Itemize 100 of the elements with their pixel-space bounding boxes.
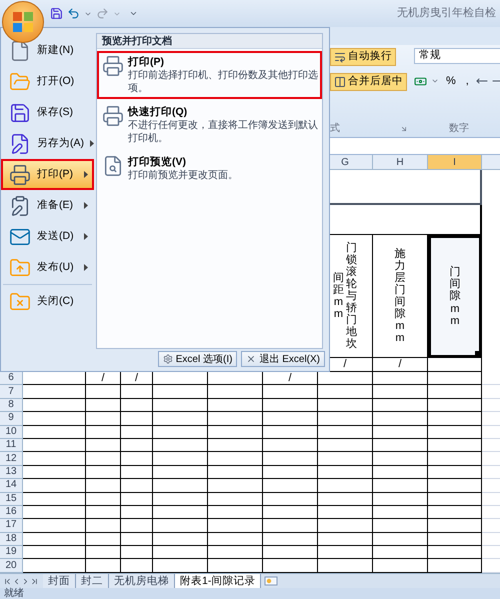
row-header[interactable]: 15	[0, 492, 23, 506]
table-cell	[86, 452, 121, 466]
group-label: 数字	[448, 124, 469, 134]
table-cell	[263, 479, 318, 493]
vertical-text: 门锁滚轮与轿门地坎	[346, 242, 357, 350]
table-cell	[208, 519, 263, 533]
row-header[interactable]: 19	[0, 546, 23, 560]
new-sheet-icon[interactable]	[264, 576, 278, 586]
row-header[interactable]: 10	[0, 426, 23, 439]
status-text: 就绪	[4, 588, 24, 599]
menu-item[interactable]: 发送(D)	[1, 221, 94, 252]
wrap-text-icon	[334, 51, 346, 63]
table-cell	[428, 492, 482, 506]
table-cell	[263, 398, 318, 412]
last-sheet-icon[interactable]	[30, 576, 39, 586]
table-cell	[86, 426, 121, 439]
menu-item[interactable]: 另存为(A)	[1, 128, 94, 159]
table-cell	[318, 492, 373, 506]
table-cell	[428, 466, 482, 480]
row-header[interactable]: 16	[0, 506, 23, 520]
footer-button[interactable]: Excel 选项(I)	[158, 351, 238, 367]
customize-toolbar-icon[interactable]	[129, 9, 138, 18]
table-cell	[373, 426, 428, 439]
table-cell	[373, 506, 428, 520]
table-cell	[121, 412, 153, 426]
table-cell	[263, 492, 318, 506]
currency-icon[interactable]	[414, 74, 427, 88]
file-icon	[9, 40, 31, 62]
item-description: 打印前预览并更改页面。	[128, 169, 239, 182]
undo-icon[interactable]	[67, 7, 80, 20]
menu-item[interactable]: 打开(O)	[1, 66, 94, 97]
format-button[interactable]: ,	[462, 73, 472, 90]
table-cell	[208, 438, 263, 452]
row-header[interactable]: 9	[0, 412, 23, 426]
panel-item[interactable]: 快速打印(Q) 不进行任何更改，直接将工作簿发送到默认打印机。	[97, 101, 322, 149]
row-header[interactable]: 20	[0, 559, 23, 573]
table-cell	[318, 466, 373, 480]
window-title: 无机房曳引年检自检	[397, 6, 496, 22]
menu-item[interactable]: 发布(U)	[1, 252, 94, 283]
item-title: 打印(P)	[128, 55, 165, 69]
dialog-launcher-icon[interactable]	[400, 125, 408, 133]
row-header[interactable]: 12	[0, 452, 23, 466]
table-cell	[121, 426, 153, 439]
column-header[interactable]: I	[428, 155, 482, 169]
row-header[interactable]: 11	[0, 438, 23, 452]
menu-item[interactable]: 打印(P)	[1, 159, 94, 190]
menu-item[interactable]: 准备(E)	[1, 190, 94, 221]
format-button[interactable]: %	[443, 73, 459, 90]
menu-item[interactable]: 关闭(C)	[1, 286, 94, 317]
row-header[interactable]: 13	[0, 466, 23, 480]
folder-upload-icon	[9, 256, 31, 278]
row-header[interactable]: 6	[0, 372, 23, 386]
table-cell	[428, 479, 482, 493]
save-icon[interactable]	[50, 7, 63, 20]
ribbon-button[interactable]: 自动换行	[330, 48, 396, 66]
close-icon	[246, 354, 256, 364]
sheet-tab[interactable]: 附表1-间隙记录	[175, 574, 262, 588]
table-cell	[86, 519, 121, 533]
row-header[interactable]: 14	[0, 479, 23, 493]
table-cell	[121, 398, 153, 412]
number-format-dropdown[interactable]: 常规	[414, 48, 500, 64]
row-header[interactable]: 17	[0, 519, 23, 533]
table-cell	[373, 466, 428, 480]
table-cell	[428, 412, 482, 426]
table-cell	[153, 506, 208, 520]
table-cell	[373, 546, 428, 560]
panel-item[interactable]: 打印(P) 打印前选择打印机、打印份数及其他打印选项。	[97, 51, 322, 99]
table-cell	[428, 452, 482, 466]
table-cell	[153, 426, 208, 439]
menu-item[interactable]: 保存(S)	[1, 97, 94, 128]
printer-icon	[102, 55, 124, 77]
table-cell	[153, 398, 208, 412]
table-cell	[23, 412, 86, 426]
table-cell	[86, 398, 121, 412]
sheet-tab[interactable]: 无机房电梯	[109, 574, 175, 588]
table-cell	[263, 466, 318, 480]
table-cell	[23, 546, 86, 560]
ribbon-button[interactable]: 合并后居中	[330, 73, 407, 91]
table-cell	[373, 492, 428, 506]
first-sheet-icon[interactable]	[3, 576, 12, 586]
table-cell	[373, 385, 428, 399]
menu-item[interactable]: 新建(N)	[1, 35, 94, 66]
header-cell[interactable]: 施力层门间隙mm	[373, 235, 428, 358]
table-cell	[263, 452, 318, 466]
table-cell	[263, 426, 318, 439]
previous-sheet-icon[interactable]	[12, 576, 21, 586]
table-cell	[208, 479, 263, 493]
sheet-tab[interactable]: 封二	[76, 574, 109, 588]
header-cell[interactable]: 门间隙mm	[428, 235, 482, 358]
row-header[interactable]: 18	[0, 532, 23, 546]
table-cell	[153, 466, 208, 480]
table-cell	[318, 546, 373, 560]
row-header[interactable]: 7	[0, 385, 23, 399]
sheet-tab[interactable]: 封面	[43, 574, 76, 588]
table-cell	[153, 479, 208, 493]
footer-button[interactable]: 退出 Excel(X)	[241, 351, 325, 367]
options-icon	[162, 354, 173, 364]
row-header[interactable]: 8	[0, 398, 23, 412]
table-cell	[23, 506, 86, 520]
next-sheet-icon[interactable]	[21, 576, 30, 586]
